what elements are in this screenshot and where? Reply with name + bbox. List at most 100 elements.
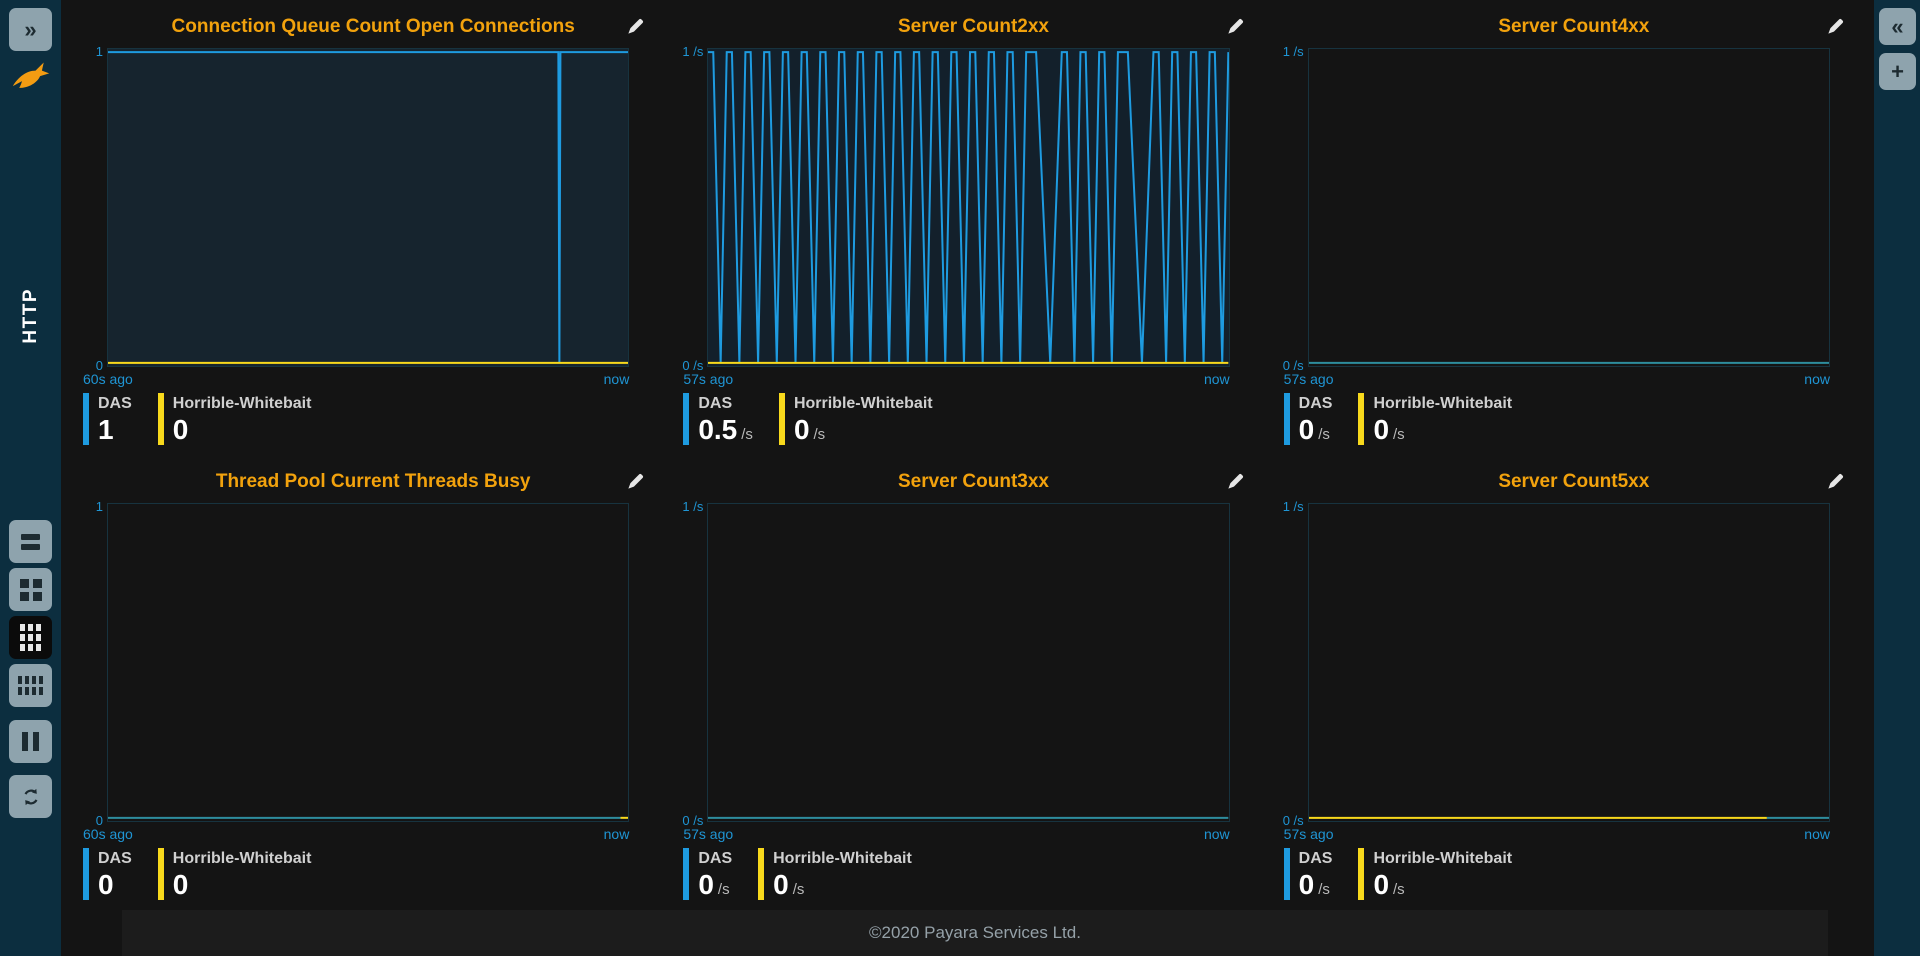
x-axis-start-label: 57s ago: [683, 826, 733, 842]
chart-title: Server Count3xx: [898, 471, 1049, 493]
chart-plot-area: [107, 48, 629, 367]
series-name: DAS: [98, 393, 132, 415]
legend-item-das: DAS 0.5/s: [683, 393, 753, 455]
x-axis-end-label: now: [1204, 371, 1230, 387]
series-unit: /s: [741, 426, 753, 443]
chart-legend: DAS 0.5/s Horrible-Whitebait 0/s: [673, 391, 1273, 455]
pencil-icon: [1226, 17, 1245, 36]
chart-card-connection-queue: Connection Queue Count Open Connections …: [73, 0, 673, 455]
series-unit: /s: [1393, 881, 1405, 898]
payara-fish-logo: [0, 60, 61, 94]
x-axis-start-label: 57s ago: [683, 371, 733, 387]
expand-sidebar-button[interactable]: »: [9, 8, 52, 51]
series-value: 0: [173, 870, 189, 900]
legend-item-horrible-whitebait: Horrible-Whitebait 0: [158, 393, 312, 455]
series-value: 0: [1373, 415, 1389, 445]
chart-title: Server Count5xx: [1498, 471, 1649, 493]
y-axis-max-label: 1: [96, 499, 103, 514]
plus-icon: +: [1891, 61, 1904, 83]
chart-card-server-count3xx: Server Count3xx 1 /s 0 /s 57s ago now: [673, 455, 1273, 910]
series-name: DAS: [98, 848, 132, 870]
legend-item-das: DAS 0/s: [1284, 848, 1333, 910]
footer-bar: ©2020 Payara Services Ltd.: [122, 910, 1828, 956]
y-axis-min-label: 0 /s: [1283, 358, 1304, 373]
chart-legend: DAS 0/s Horrible-Whitebait 0/s: [1274, 391, 1874, 455]
legend-item-das: DAS 1: [83, 393, 132, 455]
x-axis-end-label: now: [1204, 826, 1230, 842]
y-axis-max-label: 1 /s: [1283, 44, 1304, 59]
series-color-bar: [758, 848, 764, 900]
series-name: Horrible-Whitebait: [1373, 848, 1512, 870]
edit-chart-button[interactable]: [1224, 14, 1248, 38]
grid-2x2-layout-icon: [20, 579, 42, 601]
layout-single-column-button[interactable]: [9, 520, 52, 563]
pencil-icon: [1226, 472, 1245, 491]
series-value: 0: [1373, 870, 1389, 900]
edit-chart-button[interactable]: [623, 469, 647, 493]
chart-card-server-count2xx: Server Count2xx 1 /s 0 /s 57s ago now: [673, 0, 1273, 455]
series-value: 0.5: [698, 415, 737, 445]
chart-plot-area: [1308, 48, 1830, 367]
edit-chart-button[interactable]: [1824, 469, 1848, 493]
x-axis-start-label: 60s ago: [83, 371, 133, 387]
right-sidebar: « +: [1874, 0, 1920, 956]
chevron-double-left-icon: «: [1891, 16, 1903, 38]
chart-legend: DAS 0/s Horrible-Whitebait 0/s: [673, 846, 1273, 910]
page-title-http: HTTP: [20, 288, 42, 344]
add-chart-button[interactable]: +: [1879, 53, 1916, 90]
series-value: 0: [1299, 870, 1315, 900]
series-color-bar: [158, 848, 164, 900]
chart-title: Thread Pool Current Threads Busy: [216, 471, 531, 493]
charts-grid: Connection Queue Count Open Connections …: [73, 0, 1874, 910]
series-name: DAS: [698, 848, 732, 870]
legend-item-horrible-whitebait: Horrible-Whitebait 0/s: [1358, 848, 1512, 910]
x-axis-end-label: now: [1804, 371, 1830, 387]
y-axis-min-label: 0 /s: [682, 358, 703, 373]
y-axis-max-label: 1 /s: [1283, 499, 1304, 514]
copyright-text: ©2020 Payara Services Ltd.: [869, 923, 1081, 943]
pause-button[interactable]: [9, 720, 52, 763]
collapse-panel-button[interactable]: «: [1879, 8, 1916, 45]
x-axis-start-label: 60s ago: [83, 826, 133, 842]
pencil-icon: [1826, 472, 1845, 491]
x-axis-end-label: now: [604, 826, 630, 842]
x-axis-start-label: 57s ago: [1284, 371, 1334, 387]
series-name: DAS: [1299, 848, 1333, 870]
series-color-bar: [1358, 848, 1364, 900]
series-color-bar: [158, 393, 164, 445]
series-name: Horrible-Whitebait: [173, 848, 312, 870]
series-value: 0: [98, 870, 114, 900]
layout-grid-4x4-button[interactable]: [9, 664, 52, 707]
pencil-icon: [626, 17, 645, 36]
refresh-button[interactable]: [9, 775, 52, 818]
series-value: 0: [794, 415, 810, 445]
edit-chart-button[interactable]: [1824, 14, 1848, 38]
chart-title: Connection Queue Count Open Connections: [172, 16, 575, 38]
series-value: 0: [698, 870, 714, 900]
series-unit: /s: [814, 426, 826, 443]
y-axis-min-label: 0: [96, 813, 103, 828]
y-axis-max-label: 1 /s: [682, 499, 703, 514]
y-axis-min-label: 0 /s: [682, 813, 703, 828]
legend-item-horrible-whitebait: Horrible-Whitebait 0/s: [779, 393, 933, 455]
chevron-double-right-icon: »: [24, 19, 36, 41]
pencil-icon: [1826, 17, 1845, 36]
edit-chart-button[interactable]: [623, 14, 647, 38]
series-name: DAS: [698, 393, 753, 415]
series-value: 1: [98, 415, 114, 445]
single-column-layout-icon: [21, 534, 40, 550]
layout-grid-2x2-button[interactable]: [9, 568, 52, 611]
chart-card-server-count5xx: Server Count5xx 1 /s 0 /s 57s ago now: [1274, 455, 1874, 910]
series-unit: /s: [793, 881, 805, 898]
series-name: Horrible-Whitebait: [1373, 393, 1512, 415]
legend-item-horrible-whitebait: Horrible-Whitebait 0/s: [1358, 393, 1512, 455]
pencil-icon: [626, 472, 645, 491]
layout-grid-3x3-button[interactable]: [9, 616, 52, 659]
legend-item-horrible-whitebait: Horrible-Whitebait 0: [158, 848, 312, 910]
edit-chart-button[interactable]: [1224, 469, 1248, 493]
y-axis-max-label: 1: [96, 44, 103, 59]
x-axis-end-label: now: [604, 371, 630, 387]
chart-legend: DAS 1 Horrible-Whitebait 0: [73, 391, 673, 455]
left-sidebar: » HTTP: [0, 0, 61, 956]
chart-plot-area: [707, 503, 1229, 822]
